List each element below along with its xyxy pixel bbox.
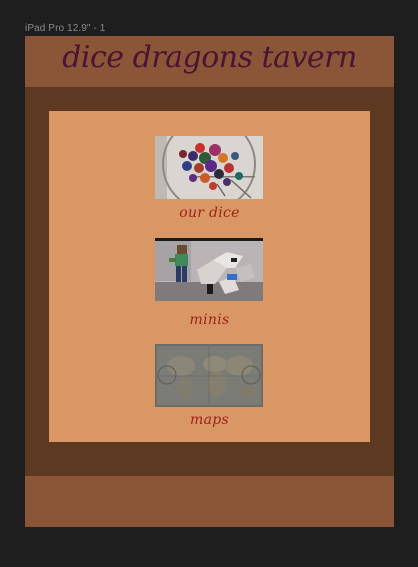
gallery-caption-dice[interactable]: our dice xyxy=(49,205,370,221)
dice-photo[interactable] xyxy=(155,136,263,199)
artboard: dice dragons tavern our dice minis maps xyxy=(25,36,394,527)
world-map-photo[interactable] xyxy=(155,344,263,407)
gallery-caption-minis[interactable]: minis xyxy=(49,312,370,328)
site-title: dice dragons tavern xyxy=(62,40,357,75)
artboard-label: iPad Pro 12.9" - 1 xyxy=(25,23,106,34)
site-header: dice dragons tavern xyxy=(25,36,394,87)
site-footer xyxy=(25,476,394,527)
gallery-caption-maps[interactable]: maps xyxy=(49,412,370,428)
gallery-panel: our dice minis maps xyxy=(49,111,370,442)
miniatures-photo[interactable] xyxy=(155,238,263,301)
